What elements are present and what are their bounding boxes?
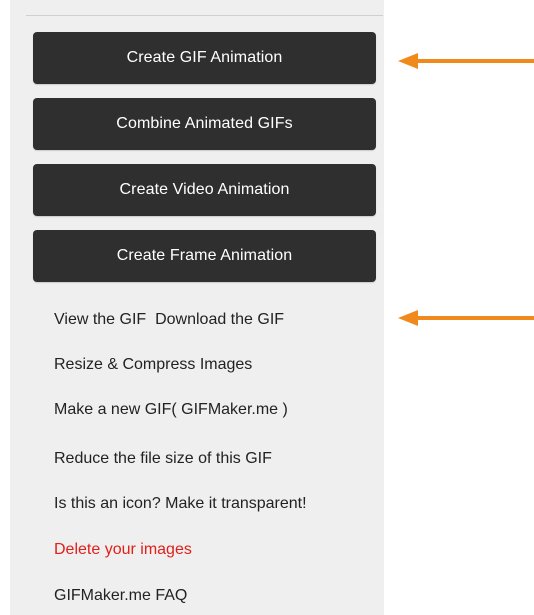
reduce-file-size-link[interactable]: Reduce the file size of this GIF bbox=[54, 450, 272, 468]
page: Create GIF Animation Combine Animated GI… bbox=[0, 0, 534, 615]
create-frame-animation-button[interactable]: Create Frame Animation bbox=[33, 230, 376, 282]
faq-link[interactable]: GIFMaker.me FAQ bbox=[54, 587, 187, 605]
make-transparent-link[interactable]: Is this an icon? Make it transparent! bbox=[54, 495, 307, 513]
delete-images-link[interactable]: Delete your images bbox=[54, 541, 192, 559]
make-new-gif-link[interactable]: Make a new GIF( GIFMaker.me ) bbox=[54, 401, 288, 419]
create-gif-animation-button[interactable]: Create GIF Animation bbox=[33, 32, 376, 84]
create-video-animation-label: Create Video Animation bbox=[119, 181, 290, 198]
combine-animated-gifs-label: Combine Animated GIFs bbox=[116, 115, 293, 132]
create-gif-animation-label: Create GIF Animation bbox=[126, 49, 283, 66]
combine-animated-gifs-button[interactable]: Combine Animated GIFs bbox=[33, 98, 376, 150]
resize-compress-link[interactable]: Resize & Compress Images bbox=[54, 356, 252, 374]
top-divider bbox=[26, 15, 383, 16]
arrow-left-icon bbox=[398, 310, 534, 326]
arrow-left-icon bbox=[398, 53, 534, 69]
create-video-animation-button[interactable]: Create Video Animation bbox=[33, 164, 376, 216]
download-gif-link[interactable]: Download the GIF bbox=[155, 311, 284, 328]
view-gif-link[interactable]: View the GIF bbox=[54, 311, 146, 328]
sidebar-panel bbox=[10, 0, 384, 615]
create-frame-animation-label: Create Frame Animation bbox=[116, 247, 293, 264]
gif-actions-row: View the GIF Download the GIF bbox=[54, 311, 284, 329]
